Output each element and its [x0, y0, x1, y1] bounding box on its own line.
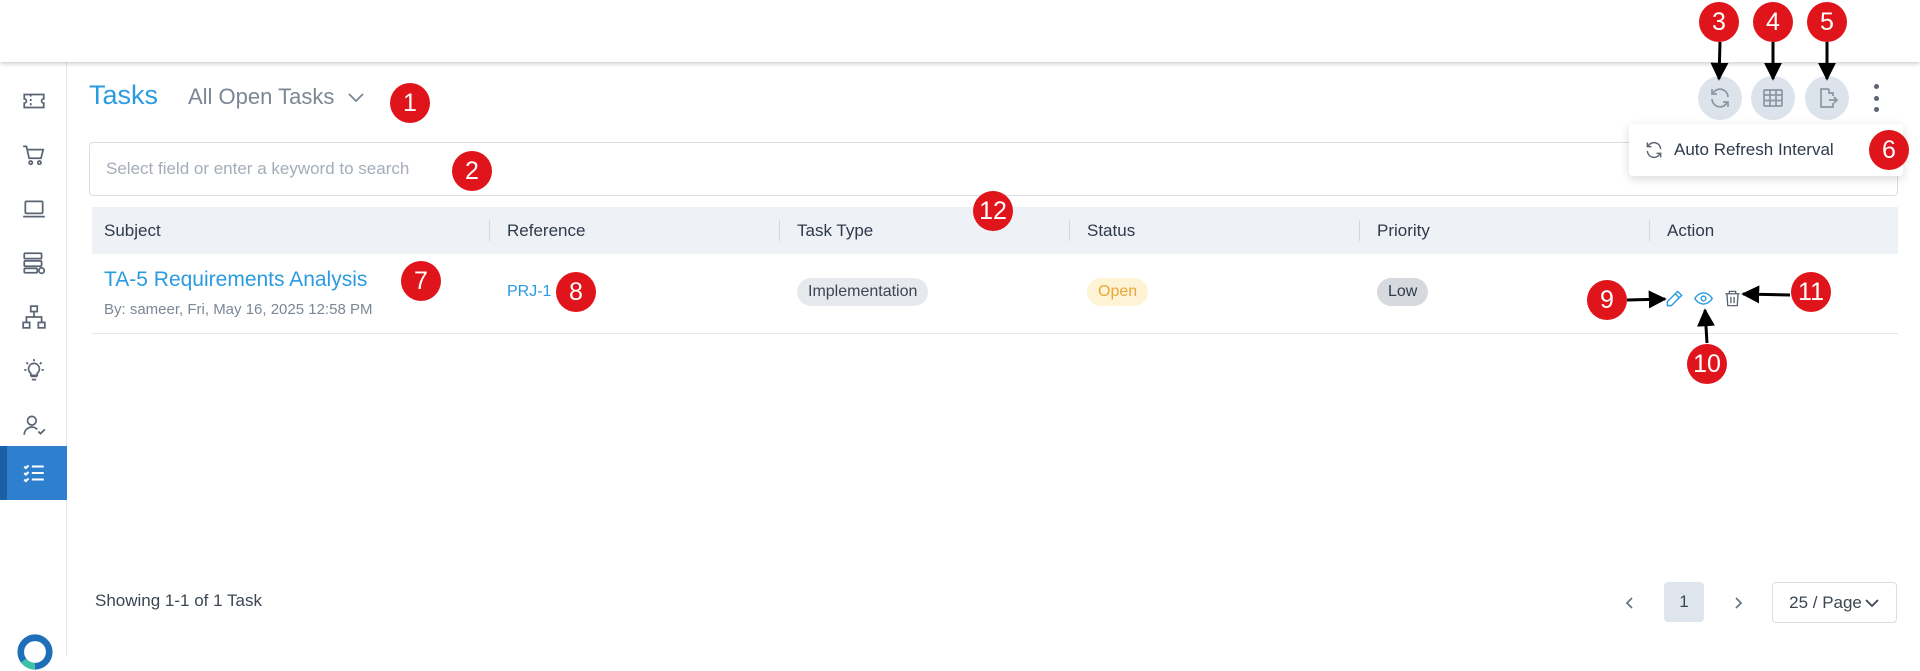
column-header-task-type[interactable]: Task Type	[797, 207, 873, 254]
table-row: PRJ-1 Implementation Open Low	[92, 254, 1898, 334]
column-header-action: Action	[1667, 220, 1715, 240]
refresh-button[interactable]	[1698, 76, 1742, 120]
results-summary: Showing 1-1 of 1 Task	[95, 591, 262, 610]
delete-button[interactable]	[1721, 287, 1743, 309]
column-header-reference[interactable]: Reference	[507, 207, 585, 254]
auto-refresh-label: Auto Refresh Interval	[1674, 140, 1834, 159]
sidebar-item-users[interactable]	[0, 398, 67, 452]
more-vertical-icon	[1873, 84, 1879, 89]
callout-badge: 6	[1869, 130, 1909, 170]
reference-link[interactable]: PRJ-1	[507, 283, 551, 301]
laptop-icon	[22, 200, 45, 218]
callout-badge: 5	[1807, 2, 1847, 42]
sidebar-item-cart[interactable]	[0, 128, 67, 182]
lightbulb-icon	[23, 359, 44, 381]
view-button[interactable]	[1692, 287, 1714, 309]
server-settings-icon	[22, 252, 45, 275]
user-check-icon	[22, 415, 45, 435]
column-header-subject[interactable]: Subject	[104, 207, 161, 254]
sidebar-item-tasks[interactable]	[0, 446, 67, 500]
cart-icon	[22, 145, 44, 166]
table-view-button[interactable]	[1751, 76, 1795, 120]
sidebar-item-servers[interactable]	[0, 236, 67, 290]
task-subject-link[interactable]: TA-5 Requirements Analysis	[104, 268, 367, 292]
hierarchy-icon	[21, 305, 46, 329]
page-size-select[interactable]: 25 / Page	[1772, 582, 1897, 623]
sidebar-item-ideas[interactable]	[0, 344, 67, 398]
page-size-label: 25 / Page	[1789, 592, 1862, 612]
column-header-status[interactable]: Status	[1087, 207, 1135, 254]
table-grid-icon	[1763, 89, 1783, 107]
callout-badge: 7	[401, 261, 441, 301]
app-logo-icon	[17, 634, 53, 670]
export-button[interactable]	[1805, 76, 1849, 120]
status-badge: Open	[1087, 278, 1149, 306]
priority-badge: Low	[1377, 278, 1429, 306]
sidebar-item-tickets[interactable]	[0, 74, 67, 128]
task-type-badge: Implementation	[797, 278, 929, 306]
column-header-priority[interactable]: Priority	[1377, 207, 1430, 254]
page-title: Tasks	[89, 80, 159, 110]
view-selector-label: All Open Tasks	[188, 84, 335, 109]
search-bar	[89, 142, 1898, 196]
callout-badge: 2	[452, 151, 492, 191]
task-list-icon	[23, 464, 44, 483]
auto-refresh-menu-item[interactable]: Auto Refresh Interval	[1629, 124, 1903, 176]
export-icon	[1820, 88, 1839, 108]
refresh-icon	[1711, 88, 1729, 108]
chevron-right-icon	[1735, 597, 1743, 609]
search-input[interactable]	[90, 143, 1897, 195]
more-options-button[interactable]	[1862, 82, 1890, 114]
callout-badge: 3	[1699, 2, 1739, 42]
callout-badge: 9	[1587, 280, 1627, 320]
callout-badge: 10	[1687, 344, 1727, 384]
next-page-button[interactable]	[1726, 591, 1750, 615]
callout-badge: 1	[390, 83, 430, 123]
callout-badge: 8	[556, 272, 596, 312]
ticket-icon	[22, 93, 45, 109]
callout-badge: 12	[973, 191, 1013, 231]
view-selector-dropdown[interactable]: All Open Tasks	[188, 84, 366, 110]
callout-badge: 11	[1791, 272, 1831, 312]
edit-button[interactable]	[1663, 287, 1685, 309]
sidebar-item-projects[interactable]	[0, 290, 67, 344]
callout-badge: 4	[1753, 2, 1793, 42]
chevron-left-icon	[1625, 597, 1633, 609]
chevron-down-icon	[1865, 598, 1879, 607]
delete-icon	[1724, 290, 1740, 306]
page-number-button[interactable]: 1	[1664, 582, 1704, 622]
edit-icon	[1666, 289, 1683, 306]
refresh-icon	[1646, 141, 1662, 159]
chevron-down-icon	[348, 93, 364, 103]
task-byline: By: sameer, Fri, May 16, 2025 12:58 PM	[104, 301, 373, 318]
sidebar-item-assets[interactable]	[0, 182, 67, 236]
view-icon	[1693, 291, 1713, 305]
prev-page-button[interactable]	[1618, 591, 1642, 615]
sidebar	[0, 62, 67, 670]
top-bar	[0, 0, 1920, 62]
